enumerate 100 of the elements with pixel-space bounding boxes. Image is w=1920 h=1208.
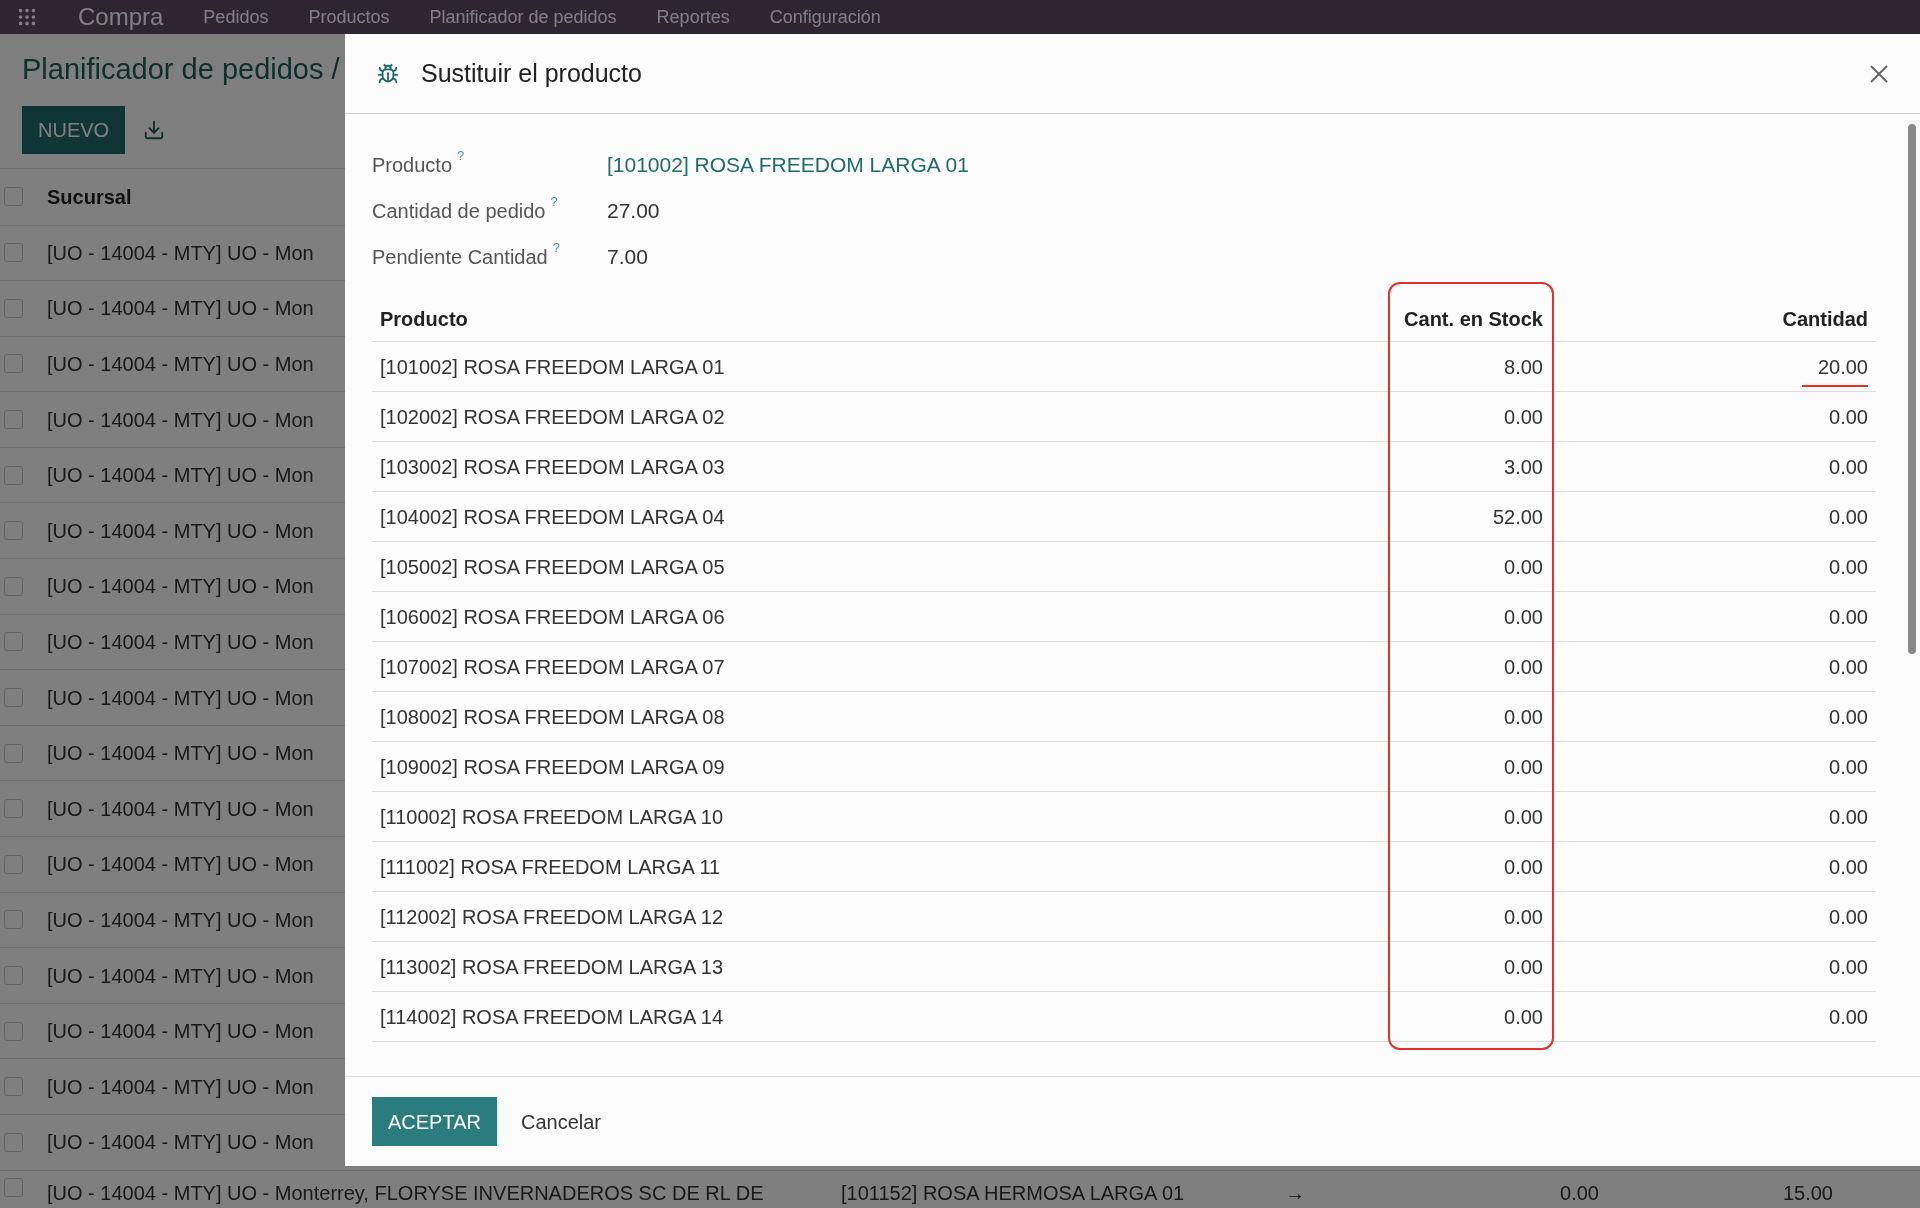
table-cell-text: [108002] ROSA FREEDOM LARGA 08	[380, 704, 726, 730]
table-cell-text: [UO - 14004 - MTY] UO - Mon	[47, 963, 314, 989]
column-header[interactable]: Cant. en Stock	[1363, 303, 1543, 334]
app-name: Compra	[78, 3, 164, 31]
row-checkbox[interactable]	[4, 966, 23, 985]
table-cell-text: 8.00	[1503, 354, 1543, 380]
table-cell-text: [110002] ROSA FREEDOM LARGA 10	[380, 804, 725, 830]
row-checkbox[interactable]	[4, 354, 23, 374]
nav-menu-item[interactable]: Reportes	[656, 6, 730, 28]
table-cell-text: 0.00	[1829, 454, 1868, 480]
table-cell-text: [101152] ROSA HERMOSA LARGA 01	[841, 1180, 1186, 1206]
row-checkbox[interactable]	[4, 1021, 23, 1041]
table-cell-text: [UO - 14004 - MTY] UO - Mon	[47, 463, 314, 489]
cancel-button[interactable]: Cancelar	[517, 1097, 606, 1146]
row-checkbox[interactable]	[4, 465, 23, 485]
table-cell-text: [114002] ROSA FREEDOM LARGA 14	[380, 1004, 725, 1030]
dialog-title: Sustituir el producto	[421, 57, 642, 89]
table-cell-text: 0.00	[1559, 1180, 1599, 1206]
row-checkbox[interactable]	[4, 187, 23, 206]
table-cell-text: 0.00	[1829, 504, 1868, 530]
row-checkbox[interactable]	[4, 1077, 23, 1097]
table-cell-text: [113002] ROSA FREEDOM LARGA 13	[380, 954, 725, 980]
row-checkbox[interactable]	[4, 410, 23, 430]
table-cell-text: [111002] ROSA FREEDOM LARGA 11	[380, 854, 722, 880]
row-checkbox[interactable]	[4, 576, 23, 596]
table-cell-text: 0.00	[1503, 654, 1543, 680]
field-label: Producto	[372, 153, 453, 178]
table-cell-text: [107002] ROSA FREEDOM LARGA 07	[380, 654, 726, 680]
table-cell-text: [UO - 14004 - MTY] UO - Mon	[47, 296, 314, 322]
table-cell-text: 0.00	[1829, 404, 1868, 430]
table-cell-text: 15.00	[1781, 1180, 1833, 1206]
field-value: 7.00	[607, 244, 648, 271]
row-checkbox[interactable]	[4, 298, 23, 318]
table-cell-text: →	[1285, 1180, 1306, 1206]
download-icon[interactable]	[143, 118, 166, 141]
table-cell-text: 0.00	[1503, 754, 1543, 780]
help-tooltip[interactable]: ?	[550, 192, 558, 212]
table-cell-text: 0.00	[1829, 754, 1868, 780]
table-cell-text: 0.00	[1503, 904, 1543, 930]
table-cell-text: [UO - 14004 - MTY] UO - Mon	[47, 352, 314, 377]
row-checkbox[interactable]	[4, 910, 23, 930]
table-cell-text: 0.00	[1829, 1004, 1868, 1030]
column-header[interactable]: Cantidad	[1543, 303, 1868, 334]
table-cell-text: 0.00	[1503, 804, 1543, 830]
column-header[interactable]: Sucursal	[47, 181, 132, 212]
help-tooltip[interactable]: ?	[552, 238, 560, 258]
table-cell-text: 0.00	[1503, 704, 1543, 730]
nav-menu-item[interactable]: Pedidos	[203, 6, 269, 28]
table-cell-text: [UO - 14004 - MTY] UO - Mon	[47, 741, 314, 767]
table-cell-text: 0.00	[1829, 904, 1868, 930]
new-button[interactable]: NUEVO	[22, 105, 126, 154]
table-cell-text: [UO - 14004 - MTY] UO - Mon	[47, 852, 314, 878]
table-cell-text: [106002] ROSA FREEDOM LARGA 06	[380, 604, 726, 630]
breadcrumb: Planificador de pedidos /	[22, 52, 340, 87]
table-cell-text: [UO - 14004 - MTY] UO - Mon	[47, 685, 314, 711]
row-checkbox[interactable]	[4, 243, 23, 263]
table-cell-text: 0.00	[1829, 804, 1868, 830]
table-cell-text: [103002] ROSA FREEDOM LARGA 03	[380, 454, 726, 480]
table-cell-text: 0.00	[1503, 854, 1543, 880]
row-checkbox[interactable]	[4, 854, 23, 874]
field-label: Pendiente Cantidad	[372, 245, 548, 270]
apps-menu-icon[interactable]	[16, 6, 38, 28]
table-cell-text: [UO - 14004 - MTY] UO - Mon	[47, 1019, 314, 1045]
row-checkbox[interactable]	[4, 521, 23, 541]
table-cell-text: [UO - 14004 - MTY] UO - Mon	[47, 574, 314, 600]
table-cell-text: [UO - 14004 - MTY] UO - Mon	[47, 796, 314, 822]
row-checkbox[interactable]	[4, 632, 23, 652]
table-cell-text: 0.00	[1829, 604, 1868, 630]
nav-menu-item[interactable]: Productos	[308, 6, 390, 28]
row-checkbox[interactable]	[4, 1132, 23, 1152]
table-cell-text: 0.00	[1503, 604, 1543, 630]
table-cell-text: [102002] ROSA FREEDOM LARGA 02	[380, 404, 726, 430]
table-cell-text: 3.00	[1503, 454, 1543, 480]
table-cell-text: [101002] ROSA FREEDOM LARGA 01	[380, 354, 726, 380]
row-checkbox[interactable]	[4, 743, 23, 763]
column-header[interactable]: Producto	[380, 303, 1363, 334]
help-tooltip[interactable]: ?	[457, 146, 465, 166]
nav-menu-item[interactable]: Configuración	[769, 6, 881, 28]
table-cell-text: 0.00	[1503, 404, 1543, 430]
table-cell-text: [112002] ROSA FREEDOM LARGA 12	[380, 904, 725, 930]
row-checkbox[interactable]	[4, 688, 23, 708]
table-cell-text: 0.00	[1503, 554, 1543, 580]
table-cell-text: 0.00	[1829, 704, 1868, 730]
table-cell-text: 0.00	[1829, 954, 1868, 980]
nav-menu-item[interactable]: Planificador de pedidos	[429, 6, 617, 28]
table-cell-text: [104002] ROSA FREEDOM LARGA 04	[380, 504, 726, 530]
accept-button[interactable]: ACEPTAR	[372, 1097, 497, 1146]
row-checkbox[interactable]	[4, 1177, 23, 1197]
table-cell-text: [109002] ROSA FREEDOM LARGA 09	[380, 754, 726, 780]
row-checkbox[interactable]	[4, 799, 23, 819]
table-cell-text: 0.00	[1503, 954, 1543, 980]
table-cell-text: [UO - 14004 - MTY] UO - Mon	[47, 907, 314, 933]
scrollbar-thumb[interactable]	[1908, 124, 1916, 654]
table-cell-text: [UO - 14004 - MTY] UO - Mon	[47, 407, 314, 433]
table-cell-text: [UO - 14004 - MTY] UO - Mon	[47, 1074, 314, 1100]
quantity-input[interactable]: 20.00	[1802, 351, 1868, 387]
table-cell-text: [UO - 14004 - MTY] UO - Mon	[47, 240, 314, 266]
table-cell-text: [UO - 14004 - MTY] UO - Monterrey, FLORYSE INVERNADEROS SC DE RL DE	[47, 1180, 765, 1206]
product-link[interactable]: [101002] ROSA FREEDOM LARGA 01	[607, 149, 969, 181]
table-cell-text: 0.00	[1503, 1004, 1543, 1030]
